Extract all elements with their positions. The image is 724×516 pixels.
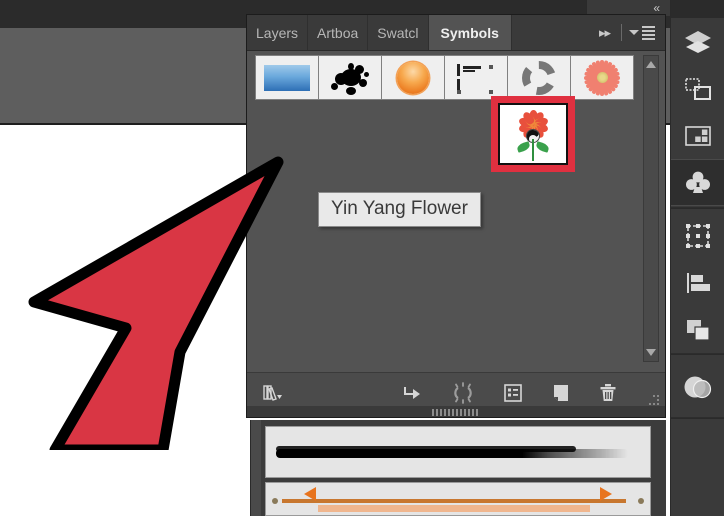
rail-group-3 (671, 358, 724, 418)
symbol-cell-orange-sphere[interactable] (381, 55, 445, 100)
symbol-cell-coral-daisy[interactable] (570, 55, 634, 100)
arrow-head-right (600, 487, 612, 501)
sky-gradient-icon (256, 56, 318, 99)
symbol-cell-sky[interactable] (255, 55, 319, 100)
panel-menu-icon[interactable] (625, 15, 665, 50)
hamburger-icon (642, 25, 655, 40)
selected-symbol-wrapper (491, 96, 575, 172)
options-list-icon (504, 384, 522, 402)
panel-icon-rail (670, 0, 724, 516)
arrow-line-artwork (282, 499, 626, 503)
artboards-panel-icon (685, 77, 711, 100)
arrow-endpoint-left (272, 498, 278, 504)
pathfinder-panel-icon (687, 319, 710, 341)
layers-panel-icon (685, 30, 711, 53)
new-symbol-button[interactable] (548, 380, 574, 406)
rail-group-2 (671, 212, 724, 354)
symbols-row-1 (255, 55, 638, 100)
artboard-orange-arrow[interactable] (265, 482, 651, 516)
arrow-head-left (304, 487, 316, 501)
double-chevron-left-icon[interactable]: « (653, 1, 660, 15)
symbol-cell-yin-yang-flower[interactable] (498, 103, 568, 165)
document-artboard-strip (250, 420, 666, 516)
rail-transparency-button[interactable] (671, 358, 724, 416)
drag-handle-icon[interactable] (432, 409, 480, 416)
rail-align-button[interactable] (671, 259, 724, 306)
symbol-cell-bars[interactable] (444, 55, 508, 100)
arrow-band-artwork (318, 505, 590, 512)
tab-layers[interactable]: Layers (247, 15, 309, 50)
artboard-left-gutter (251, 420, 261, 516)
tab-swatches[interactable]: Swatcl (368, 15, 429, 50)
symbol-cell-splat[interactable] (318, 55, 382, 100)
ink-splat-icon (319, 56, 381, 99)
tab-artboards-label: Artboa (317, 24, 359, 41)
tab-artboards[interactable]: Artboa (308, 15, 369, 50)
flower-stem (532, 139, 534, 161)
symbols-scrollbar[interactable] (643, 55, 659, 362)
flower-leaf-right (535, 141, 550, 153)
orange-sphere-icon (382, 56, 444, 99)
panel-tab-bar: Layers Artboa Swatcl Symbols ▸▸ (247, 15, 665, 51)
twisted-ring-icon (508, 56, 570, 99)
artboard-ink-stroke[interactable] (265, 426, 651, 478)
books-dropdown-icon (263, 385, 282, 401)
swatches-panel-icon (685, 125, 711, 146)
tab-swatches-label: Swatcl (377, 24, 419, 41)
break-link-icon (454, 382, 472, 404)
arrow-place-icon (404, 387, 420, 399)
place-symbol-instance-button[interactable] (399, 380, 425, 406)
tab-bar-divider (621, 24, 622, 41)
rail-top-chrome (671, 0, 724, 18)
rail-group-1 (671, 18, 724, 208)
tab-bar-spacer (511, 15, 591, 50)
symbol-libraries-menu-button[interactable] (261, 380, 287, 406)
trash-icon (600, 384, 616, 401)
symbol-options-button[interactable] (500, 380, 526, 406)
tab-symbols-label: Symbols (440, 24, 499, 41)
rail-symbols-button[interactable] (671, 159, 724, 206)
transform-panel-icon (686, 223, 710, 248)
symbol-cell-twisted-ring[interactable] (507, 55, 571, 100)
tab-symbols[interactable]: Symbols (428, 15, 512, 50)
panel-drag-strip[interactable] (246, 406, 666, 418)
arrow-endpoint-right (638, 498, 644, 504)
new-page-icon (554, 385, 568, 401)
ink-stroke-artwork (276, 446, 628, 458)
transparency-panel-icon (684, 376, 712, 399)
expand-panels-icon[interactable]: ▸▸ (591, 15, 618, 50)
tab-layers-label: Layers (256, 24, 299, 41)
symbol-tooltip-label: Yin Yang Flower (331, 198, 468, 219)
break-link-to-symbol-button[interactable] (450, 380, 476, 406)
rail-transform-button[interactable] (671, 212, 724, 259)
rail-layers-button[interactable] (671, 18, 724, 65)
symbols-grid (255, 55, 638, 100)
flower-leaf-left (516, 141, 531, 153)
screenshot-root: « Layers Artboa Swatcl Symbols ▸▸ Yin Ya… (0, 0, 724, 516)
rail-artboards-button[interactable] (671, 65, 724, 112)
symbols-panel-icon (686, 171, 710, 193)
coral-daisy-icon (571, 56, 633, 99)
chevron-down-icon (629, 30, 639, 35)
bar-marks-icon (445, 56, 507, 99)
scroll-up-arrow-icon[interactable] (646, 61, 656, 68)
symbol-tooltip: Yin Yang Flower (318, 192, 481, 227)
daisy-center (596, 72, 608, 83)
rail-pathfinder-button[interactable] (671, 306, 724, 353)
yin-yang-flower-icon (514, 109, 552, 163)
delete-symbol-button[interactable] (595, 380, 621, 406)
rail-swatches-button[interactable] (671, 112, 724, 159)
align-panel-icon (687, 272, 710, 293)
scroll-down-arrow-icon[interactable] (646, 349, 656, 356)
